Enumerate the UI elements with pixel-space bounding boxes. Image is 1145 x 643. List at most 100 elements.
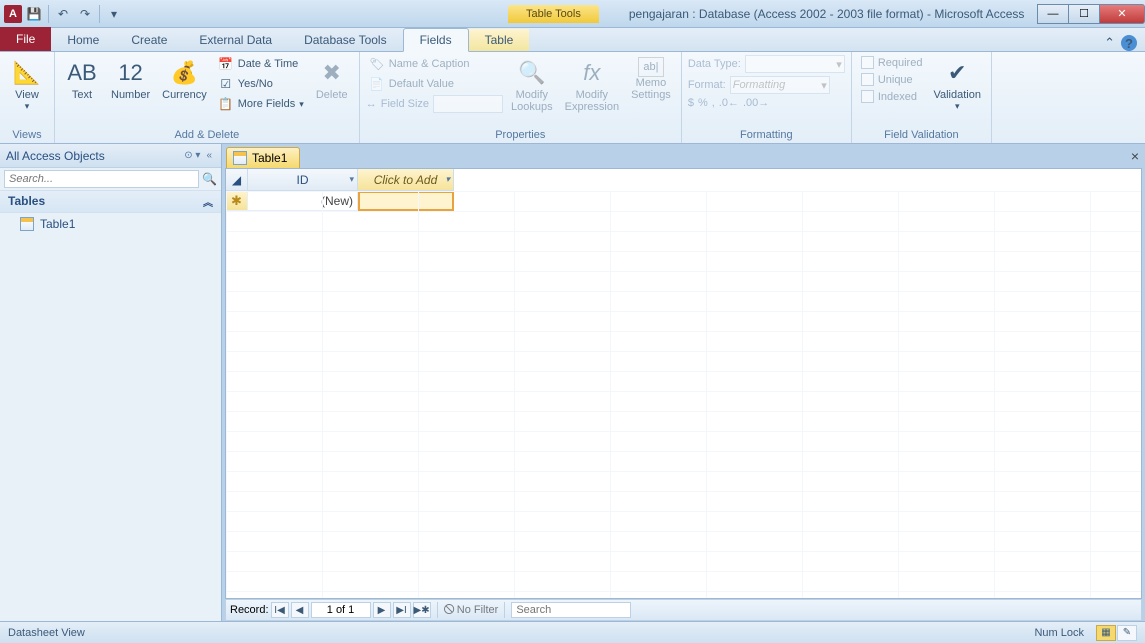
status-numlock: Num Lock — [1034, 627, 1084, 639]
yesno-field-button[interactable]: ☑ Yes/No — [215, 75, 307, 93]
number-field-button[interactable]: 12Number — [107, 55, 154, 103]
more-fields-button[interactable]: 📋More Fields ▾ — [215, 95, 307, 113]
text-field-button[interactable]: ABText — [61, 55, 103, 103]
group-views: 📐 View ▾ Views — [0, 52, 55, 143]
contextual-tab-label: Table Tools — [508, 5, 599, 23]
validation-label: Validation — [933, 89, 981, 101]
default-value-button: 📄Default Value — [366, 75, 503, 93]
close-tab-icon[interactable]: × — [1131, 148, 1139, 164]
tab-database-tools[interactable]: Database Tools — [288, 29, 403, 51]
last-record-button[interactable]: ▶I — [393, 602, 411, 618]
indexed-checkbox: Indexed — [858, 89, 926, 104]
data-type-label: Data Type: — [688, 58, 741, 70]
nav-group-tables[interactable]: Tables ︽ — [0, 191, 221, 213]
tag-icon: 🏷 — [369, 56, 385, 72]
maximize-button[interactable]: ☐ — [1068, 4, 1100, 24]
text-icon: AB — [66, 57, 98, 89]
record-label: Record: — [230, 604, 269, 616]
datasheet-view-icon: 📐 — [11, 57, 43, 89]
record-position-input[interactable] — [311, 602, 371, 618]
checkbox-icon — [861, 56, 874, 69]
new-row-label: (New) — [321, 194, 353, 208]
search-icon[interactable]: 🔍 — [202, 172, 217, 186]
cell-active[interactable] — [358, 191, 454, 211]
currency-icon: 💰 — [168, 57, 200, 89]
title-bar: A 💾 ↶ ↷ ▾ Table Tools pengajaran : Datab… — [0, 0, 1145, 28]
qat-separator — [99, 5, 100, 23]
group-properties: 🏷 Name & Caption 📄Default Value ↔Field Si… — [360, 52, 682, 143]
add-column-dropdown-icon[interactable]: ▾ — [445, 174, 450, 185]
comma-format-icon: , — [712, 97, 715, 109]
field-size-label: Field Size — [381, 98, 429, 110]
nav-search-input[interactable] — [4, 170, 199, 188]
doc-tab-label: Table1 — [252, 151, 287, 165]
save-icon[interactable]: 💾 — [24, 4, 44, 24]
currency-field-button[interactable]: 💰Currency — [158, 55, 211, 103]
format-row: Format:Formatting▾ — [688, 76, 845, 94]
access-app-icon[interactable]: A — [4, 5, 22, 23]
checkbox-icon: ☑ — [218, 76, 234, 92]
qat-separator — [48, 5, 49, 23]
more-fields-label: More Fields — [238, 98, 295, 110]
tab-home[interactable]: Home — [51, 29, 115, 51]
tab-table[interactable]: Table — [469, 29, 530, 51]
minimize-button[interactable]: — — [1037, 4, 1069, 24]
filter-icon[interactable]: 🛇 — [444, 601, 455, 620]
nav-pane-header[interactable]: All Access Objects ⊙ ▾ « — [0, 144, 221, 168]
column-header-add[interactable]: Click to Add▾ — [358, 169, 454, 191]
nav-item-table1[interactable]: Table1 — [0, 213, 221, 235]
datetime-field-button[interactable]: 📅Date & Time — [215, 55, 307, 73]
format-combo: Formatting▾ — [730, 76, 830, 94]
no-filter-label: No Filter — [457, 604, 499, 616]
yesno-label: Yes/No — [238, 78, 273, 90]
nav-collapse-icon[interactable]: « — [203, 150, 215, 161]
more-fields-icon: 📋 — [218, 96, 234, 112]
column-header-id[interactable]: ID▾ — [248, 169, 358, 191]
field-size-row: ↔Field Size — [366, 95, 503, 113]
undo-icon[interactable]: ↶ — [53, 4, 73, 24]
name-caption-label: Name & Caption — [389, 58, 470, 70]
file-tab[interactable]: File — [0, 27, 51, 51]
group-add-delete: ABText 12Number 💰Currency 📅Date & Time ☑… — [55, 52, 360, 143]
group-label-views: Views — [6, 127, 48, 143]
design-view-switch[interactable]: ✎ — [1117, 625, 1137, 641]
minimize-ribbon-icon[interactable]: ⌃ — [1104, 35, 1115, 51]
group-label-validation: Field Validation — [858, 127, 985, 143]
number-icon: 12 — [115, 57, 147, 89]
datasheet[interactable]: ◢ ID▾ Click to Add▾ ✱ (New) — [225, 168, 1142, 599]
help-icon[interactable]: ? — [1121, 35, 1137, 51]
column-dropdown-icon[interactable]: ▾ — [349, 174, 354, 185]
memo-settings-label: Memo Settings — [631, 77, 671, 101]
close-button[interactable]: ✕ — [1099, 4, 1145, 24]
indexed-label: Indexed — [878, 91, 917, 103]
nav-filter-dropdown-icon[interactable]: ⊙ ▾ — [181, 150, 203, 161]
view-label: View — [15, 89, 39, 101]
calendar-icon: 📅 — [218, 56, 234, 72]
nav-search-row: 🔍 — [0, 168, 221, 191]
prev-record-button[interactable]: ◀ — [291, 602, 309, 618]
format-placeholder: Formatting — [733, 79, 786, 91]
view-button[interactable]: 📐 View ▾ — [6, 55, 48, 114]
tab-external-data[interactable]: External Data — [183, 29, 288, 51]
redo-icon[interactable]: ↷ — [75, 4, 95, 24]
collapse-group-icon[interactable]: ︽ — [203, 194, 213, 209]
qat-customize-icon[interactable]: ▾ — [104, 4, 124, 24]
cell-id-new[interactable]: (New) — [248, 191, 358, 211]
doc-tab-table1[interactable]: Table1 — [226, 147, 300, 168]
validation-button[interactable]: ✔Validation▾ — [929, 55, 985, 114]
select-all-corner[interactable]: ◢ — [226, 169, 248, 191]
new-record-button[interactable]: ▶✱ — [413, 602, 431, 618]
first-record-button[interactable]: I◀ — [271, 602, 289, 618]
separator — [504, 602, 505, 618]
tab-create[interactable]: Create — [115, 29, 183, 51]
datasheet-view-switch[interactable]: ▦ — [1096, 625, 1116, 641]
checkbox-icon — [861, 90, 874, 103]
record-search-input[interactable] — [511, 602, 631, 618]
quick-access-toolbar: A 💾 ↶ ↷ ▾ — [0, 4, 128, 24]
group-label-properties: Properties — [366, 127, 675, 143]
next-record-button[interactable]: ▶ — [373, 602, 391, 618]
number-label: Number — [111, 89, 150, 101]
row-selector-new[interactable]: ✱ — [226, 191, 248, 211]
tab-fields[interactable]: Fields — [403, 28, 469, 52]
view-switcher: ▦ ✎ — [1096, 625, 1137, 641]
